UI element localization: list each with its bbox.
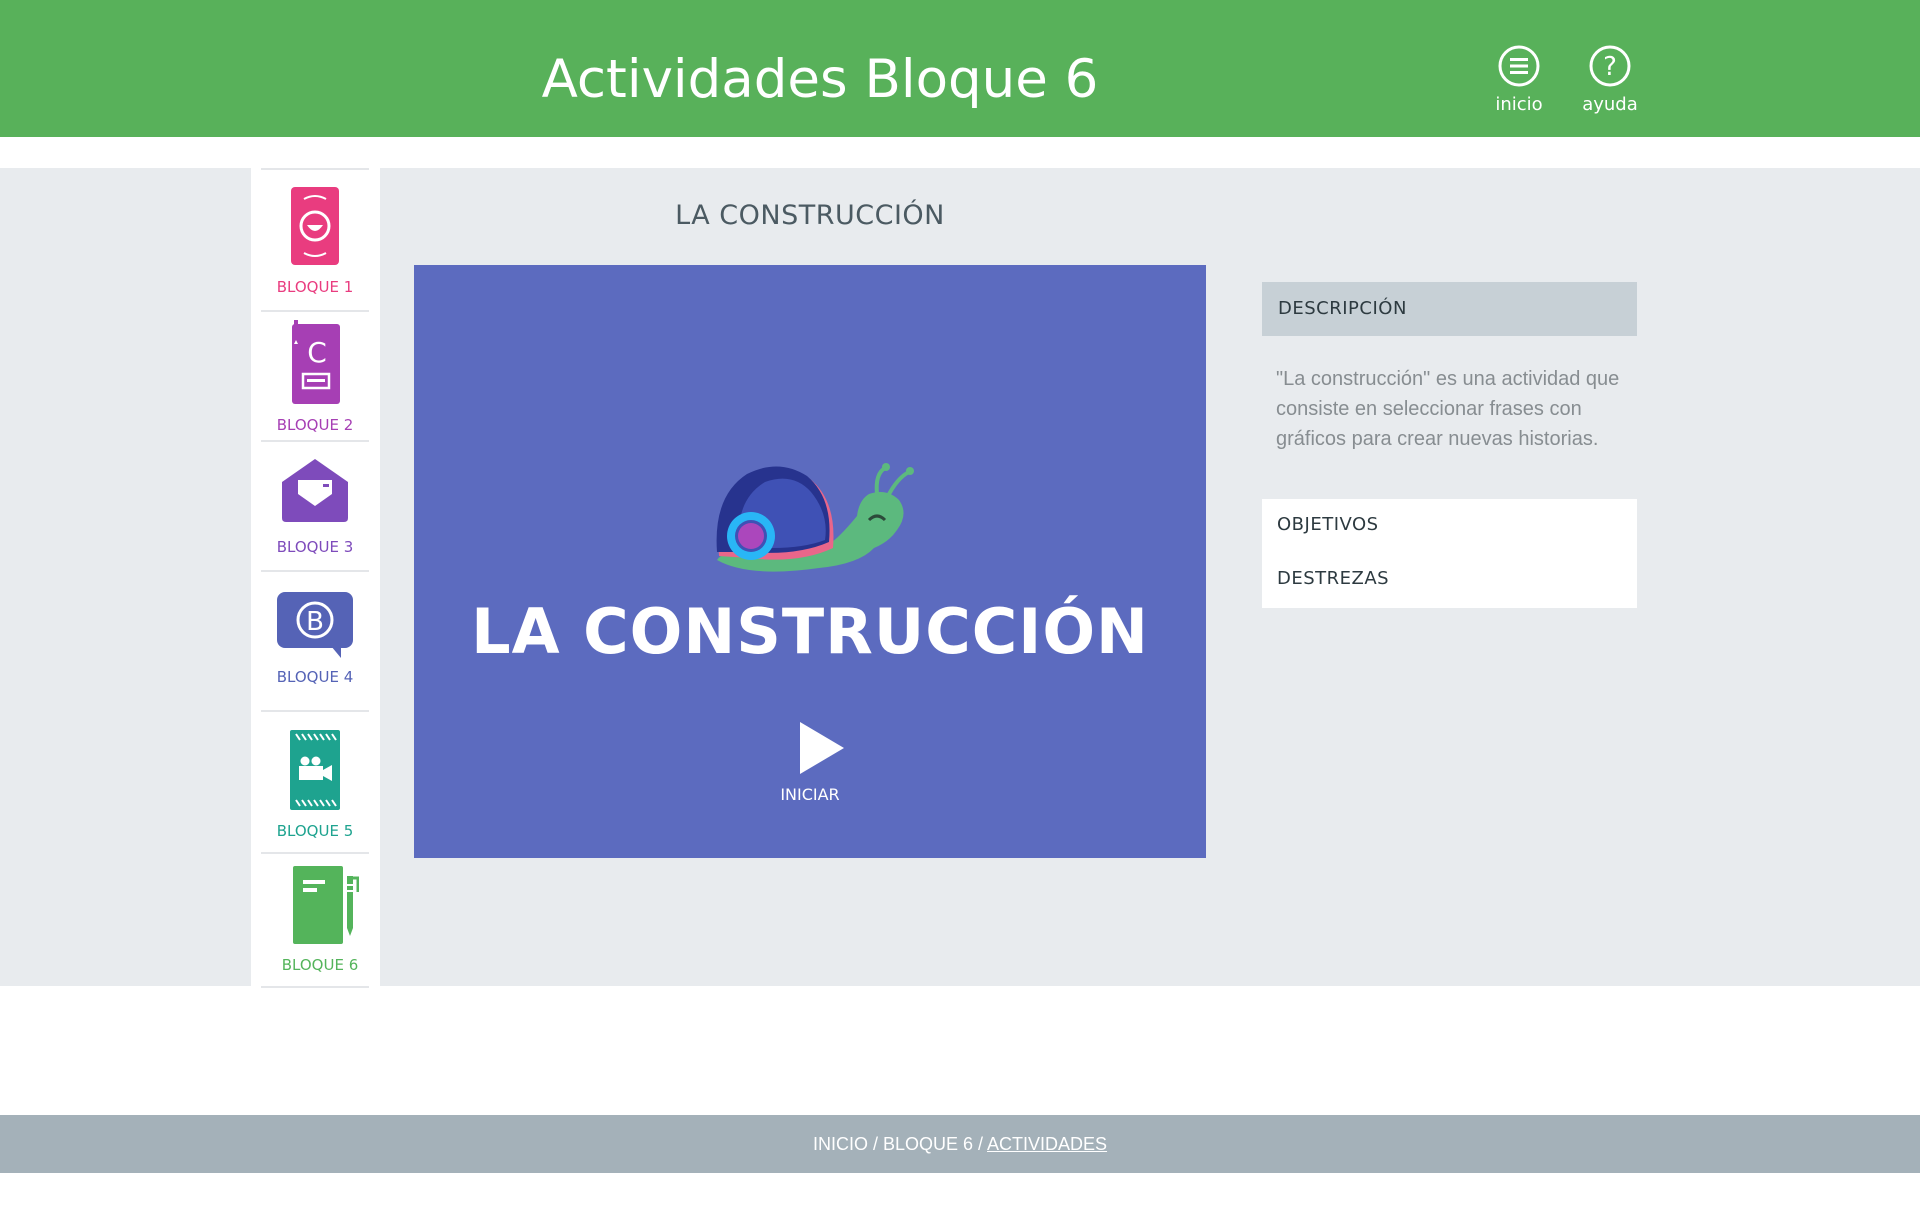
section-title: LA CONSTRUCCIÓN [675, 200, 945, 231]
sidebar-item-label: BLOQUE 1 [276, 278, 354, 296]
sidebar-item-label: BLOQUE 6 [281, 956, 359, 974]
sidebar-item-bloque-3[interactable]: BLOQUE 3 [261, 440, 369, 570]
breadcrumb: INICIO / BLOQUE 6 / ACTIVIDADES [0, 1134, 1920, 1155]
inicio-label: inicio [1495, 94, 1543, 115]
sidebar-item-bloque-2[interactable]: C BLOQUE 2 [261, 310, 369, 440]
svg-text:B: B [306, 607, 324, 637]
breadcrumb-bloque-6[interactable]: BLOQUE 6 [883, 1134, 973, 1154]
sidebar-item-label: BLOQUE 5 [276, 822, 354, 840]
sidebar-item-bloque-4[interactable]: B BLOQUE 4 [261, 570, 369, 710]
destrezas-link[interactable]: DESTREZAS [1277, 568, 1389, 589]
info-links-panel: OBJETIVOS DESTREZAS [1262, 499, 1637, 608]
play-icon[interactable] [798, 720, 846, 776]
activity-title: LA CONSTRUCCIÓN [471, 595, 1149, 668]
snail-icon [716, 463, 914, 572]
breadcrumb-actividades[interactable]: ACTIVIDADES [987, 1134, 1107, 1154]
menu-icon [1498, 45, 1540, 87]
inicio-button[interactable]: inicio [1474, 44, 1564, 115]
sidebar-item-label: BLOQUE 2 [276, 416, 354, 434]
start-button[interactable]: INICIAR [760, 785, 860, 804]
sidebar-item-bloque-5[interactable]: BLOQUE 5 [261, 710, 369, 846]
ayuda-label: ayuda [1582, 94, 1638, 115]
film-camera-icon [290, 730, 340, 810]
objetivos-link[interactable]: OBJETIVOS [1277, 514, 1379, 535]
speech-bubble-b-icon: B [277, 592, 353, 658]
sidebar: BLOQUE 1 C BLOQUE 2 BLOQUE 3 B BLOQUE 4 [251, 168, 380, 988]
header-bar: Actividades Bloque 6 inicio ? ayuda [0, 0, 1920, 137]
sidebar-item-bloque-1[interactable]: BLOQUE 1 [261, 168, 369, 310]
sidebar-item-bloque-6[interactable]: BLOQUE 6 [261, 852, 369, 988]
book-c-icon: C [292, 320, 340, 404]
breadcrumb-separator: / [867, 1134, 883, 1154]
svg-text:?: ? [1603, 52, 1617, 82]
sidebar-item-label: BLOQUE 4 [276, 668, 354, 686]
smiley-card-icon [291, 187, 339, 265]
page-title: Actividades Bloque 6 [541, 49, 1099, 110]
description-text: "La construcción" es una actividad que c… [1276, 368, 1620, 450]
svg-text:C: C [307, 336, 327, 369]
notebook-pen-icon [293, 866, 359, 944]
envelope-heart-icon [282, 459, 348, 522]
description-header: DESCRIPCIÓN [1262, 282, 1637, 336]
breadcrumb-inicio[interactable]: INICIO [813, 1134, 868, 1154]
footer-bar: INICIO / BLOQUE 6 / ACTIVIDADES [0, 1115, 1920, 1173]
help-icon: ? [1589, 45, 1631, 87]
breadcrumb-separator: / [973, 1134, 988, 1154]
description-header-label: DESCRIPCIÓN [1278, 298, 1407, 319]
activity-card[interactable]: LA CONSTRUCCIÓN INICIAR [414, 265, 1206, 858]
sidebar-item-label: BLOQUE 3 [276, 538, 354, 556]
ayuda-button[interactable]: ? ayuda [1565, 44, 1655, 115]
